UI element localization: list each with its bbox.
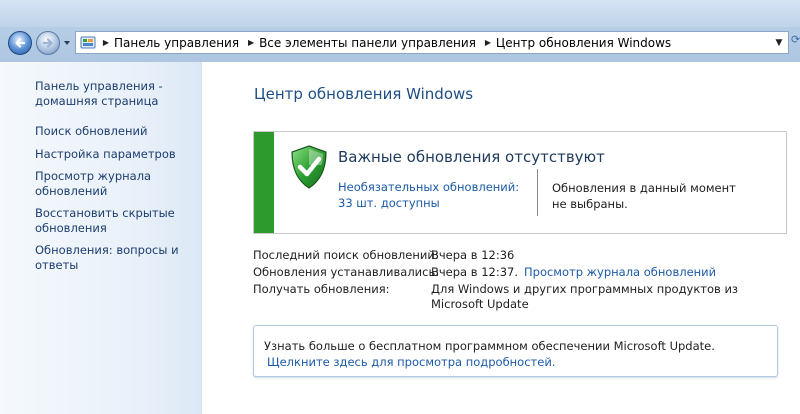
main-content: Центр обновления Windows Важные обновлен… <box>202 62 800 414</box>
control-panel-icon <box>80 36 96 48</box>
sidebar-item-control-panel-home[interactable]: Панель управления - домашняя страница <box>35 79 185 109</box>
breadcrumb-windows-update[interactable]: Центр обновления Windows <box>494 36 677 50</box>
sidebar-item-view-history[interactable]: Просмотр журнала обновлений <box>35 169 185 199</box>
optional-updates-link[interactable]: Необязательных обновлений: 33 шт. доступ… <box>338 179 528 211</box>
chevron-right-icon[interactable]: ▶ <box>482 38 494 47</box>
breadcrumb-control-panel[interactable]: Панель управления <box>112 36 245 50</box>
microsoft-update-panel: Узнать больше о бесплатном программном о… <box>253 325 778 377</box>
sidebar-item-restore-hidden[interactable]: Восстановить скрытые обновления <box>35 206 185 236</box>
last-search-value: Вчера в 12:36 <box>431 248 515 262</box>
forward-button[interactable] <box>36 31 60 55</box>
update-status-panel: Важные обновления отсутствуют Необязател… <box>253 131 787 234</box>
shield-check-icon <box>291 145 327 189</box>
sidebar-item-check-updates[interactable]: Поиск обновлений <box>35 124 185 139</box>
last-search-label: Последний поиск обновлений: <box>253 248 439 262</box>
explorer-toolbar: ▶ Панель управления ▶ Все элементы панел… <box>0 0 800 62</box>
microsoft-update-details-link[interactable]: Щелкните здесь для просмотра подробносте… <box>267 355 555 369</box>
back-button[interactable] <box>8 31 32 55</box>
refresh-icon[interactable]: ⟳ <box>791 33 800 51</box>
no-updates-selected-text: Обновления в данный момент не выбраны. <box>552 181 736 211</box>
history-dropdown-icon[interactable] <box>63 39 71 47</box>
sidebar-item-change-settings[interactable]: Настройка параметров <box>35 147 185 162</box>
status-divider <box>537 169 538 216</box>
back-arrow-icon <box>15 38 26 48</box>
view-history-link[interactable]: Просмотр журнала обновлений <box>524 265 716 279</box>
installed-value: Вчера в 12:37. <box>431 265 518 279</box>
microsoft-update-text: Узнать больше о бесплатном программном о… <box>264 339 715 353</box>
chevron-right-icon[interactable]: ▶ <box>100 38 112 47</box>
page-title: Центр обновления Windows <box>254 85 474 103</box>
receive-updates-value: Для Windows и других программных продукт… <box>431 282 739 311</box>
window-title-strip <box>0 0 800 27</box>
sidebar-item-faq[interactable]: Обновления: вопросы и ответы <box>35 243 185 273</box>
forward-arrow-icon <box>42 38 53 48</box>
address-bar[interactable]: ▶ Панель управления ▶ Все элементы панел… <box>75 31 789 54</box>
status-heading: Важные обновления отсутствуют <box>338 148 605 166</box>
chevron-right-icon[interactable]: ▶ <box>245 38 257 47</box>
installed-label: Обновления устанавливались: <box>253 265 440 279</box>
breadcrumb-all-items[interactable]: Все элементы панели управления <box>257 36 482 50</box>
status-color-bar <box>254 132 274 233</box>
installed-row: Вчера в 12:37. Просмотр журнала обновлени… <box>431 265 716 280</box>
receive-updates-label: Получать обновления: <box>253 282 390 296</box>
left-nav-pane: Панель управления - домашняя страница По… <box>0 62 202 414</box>
address-dropdown-icon[interactable]: ▼ <box>770 32 788 53</box>
